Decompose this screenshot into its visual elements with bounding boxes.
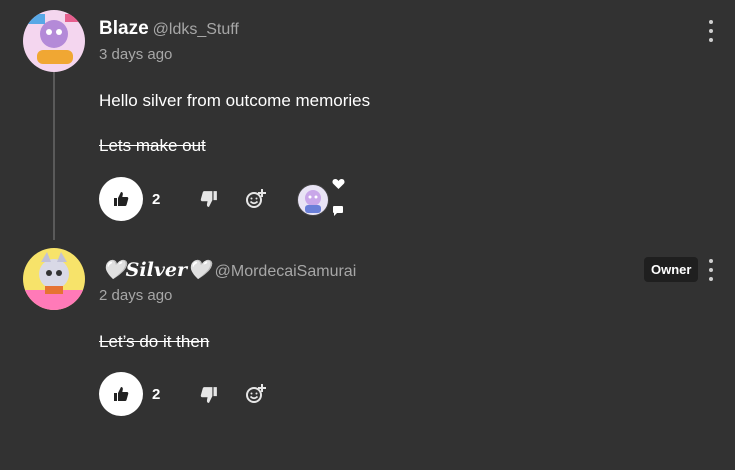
like-button[interactable] xyxy=(99,177,143,221)
owner-badge: Owner xyxy=(644,257,699,282)
author-handle[interactable]: @MordecaiSamurai xyxy=(215,263,357,280)
add-reaction-button[interactable] xyxy=(245,188,267,210)
more-options-icon[interactable] xyxy=(707,259,715,281)
author-handle[interactable]: @ldks_Stuff xyxy=(153,21,239,38)
comment-text-struck: Lets make out xyxy=(99,136,206,155)
avatar[interactable] xyxy=(23,248,85,310)
dislike-button[interactable] xyxy=(198,188,220,210)
heart-icon xyxy=(332,178,345,193)
more-options-icon[interactable] xyxy=(707,20,715,42)
author-display-name[interactable]: 🤍𝑺𝒊𝒍𝒗𝒆𝒓🤍 xyxy=(102,259,211,281)
author-name[interactable]: 🤍𝑺𝒊𝒍𝒗𝒆𝒓🤍 @MordecaiSamurai xyxy=(102,258,356,281)
like-button[interactable] xyxy=(99,372,143,416)
thumbs-down-icon xyxy=(200,387,217,403)
timestamp: 2 days ago xyxy=(99,287,173,304)
thumbs-up-icon xyxy=(114,387,129,401)
dislike-button[interactable] xyxy=(198,384,220,406)
creator-heart-avatar xyxy=(297,184,329,216)
like-count: 2 xyxy=(152,191,161,208)
comment-text-struck: Let’s do it then xyxy=(99,332,210,351)
reactor-avatar-icon xyxy=(305,190,321,213)
author-display-name[interactable]: Blaze xyxy=(99,18,149,39)
author-name[interactable]: Blaze @ldks_Stuff xyxy=(99,18,239,40)
comment-text: Hello silver from outcome memories xyxy=(99,91,371,110)
like-count: 2 xyxy=(152,386,161,403)
add-emoji-icon xyxy=(246,384,266,403)
thread-line xyxy=(53,72,55,240)
thumbs-up-icon xyxy=(114,192,129,206)
speech-bubble-icon xyxy=(332,205,344,220)
add-reaction-button[interactable] xyxy=(245,383,267,405)
silver-avatar-icon xyxy=(23,248,85,310)
avatar[interactable] xyxy=(23,10,85,72)
blaze-avatar-icon xyxy=(23,10,85,72)
thumbs-down-icon xyxy=(200,191,217,207)
timestamp: 3 days ago xyxy=(99,46,173,63)
add-emoji-icon xyxy=(246,189,266,208)
